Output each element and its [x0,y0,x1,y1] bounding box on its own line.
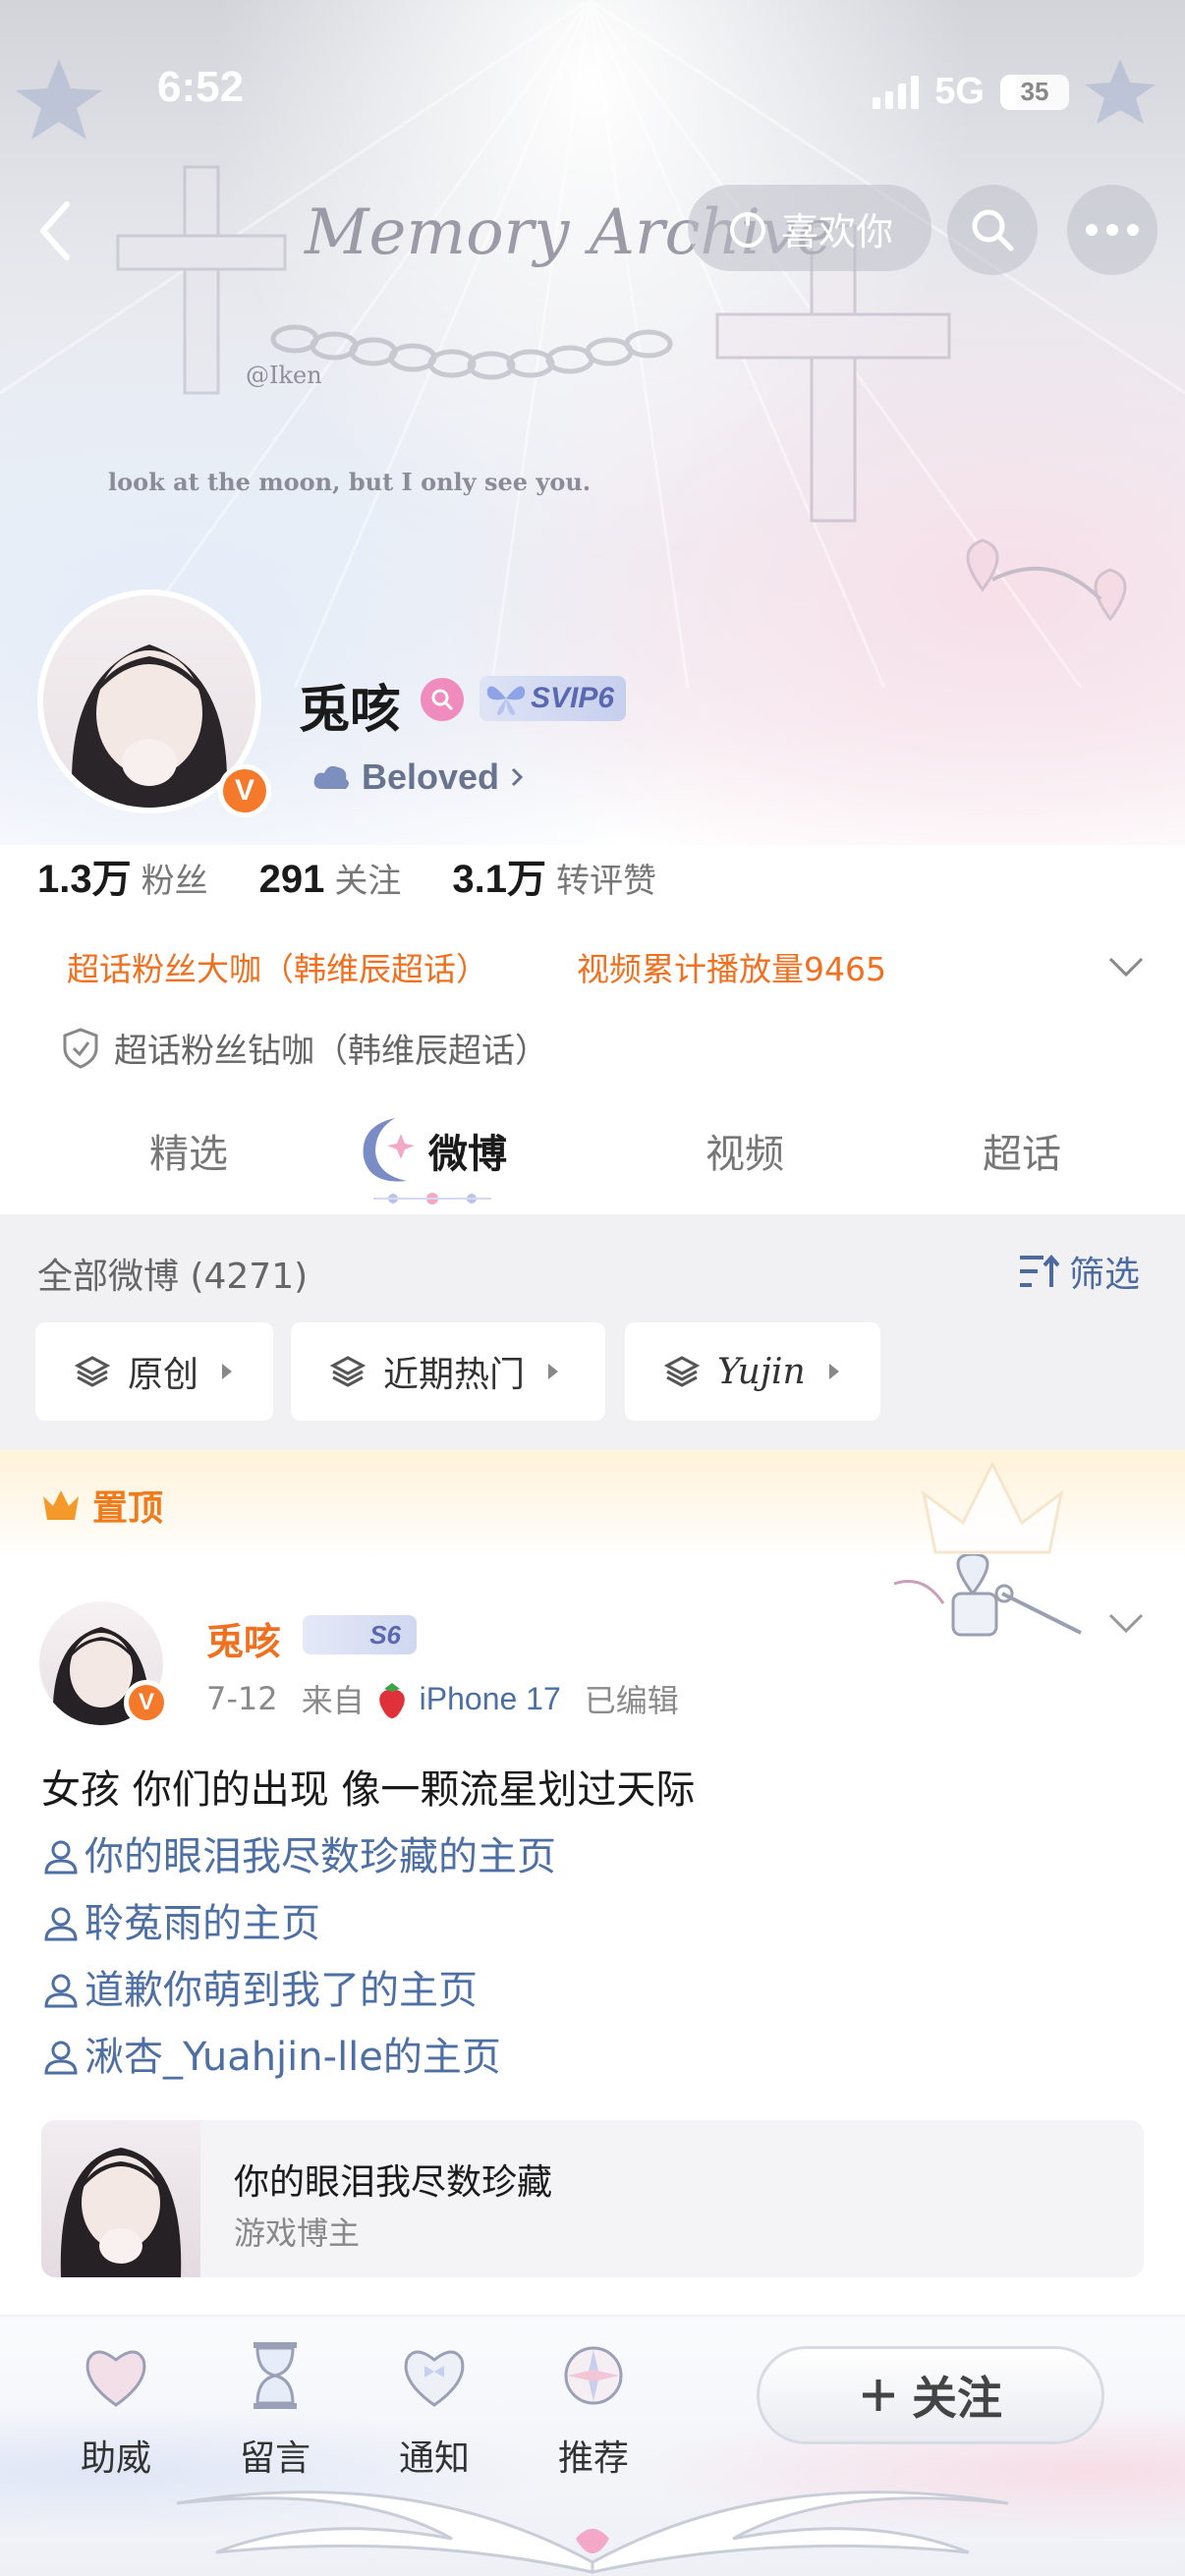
status-time: 6:52 [157,63,245,111]
post-content: 女孩 你们的出现 像一颗流星划过天际 你的眼泪我尽数珍藏的主页 聆菟雨的主页 道… [41,1757,1152,2091]
card-title: 你的眼泪我尽数珍藏 [234,2162,553,2203]
strawberry-icon [378,1683,405,1718]
network-label: 5G [934,71,985,112]
stat-interactions[interactable]: 3.1万 转评赞 [452,847,656,904]
like-you-button[interactable]: 喜欢你 [688,185,931,271]
bottom-action-bar: 助威 留言 通知 推荐 关注 [0,2315,1185,2576]
tab-supertopic[interactable]: 超话 [983,1122,1061,1179]
achievement-row: 超话粉丝大咖（韩维辰超话） 视频累计播放量9465 [67,943,1148,990]
hourglass-icon [254,2342,297,2409]
follow-label: 关注 [912,2372,1002,2425]
more-dots-icon [1086,224,1139,236]
mention-link[interactable]: 道歉你萌到我了的主页 [41,1957,1152,2024]
chip-original[interactable]: 原创 [35,1322,273,1421]
tagline-link[interactable]: Beloved [312,756,525,798]
tab-video[interactable]: 视频 [705,1122,784,1179]
card-subtitle: 游戏博主 [234,2214,361,2252]
post-count: 全部微博 (4271) [37,1257,309,1297]
wings-decoration [176,2491,1009,2574]
compass-icon [564,2346,623,2405]
feed-filter-section: 全部微博 (4271) 筛选 原创 近期热门 Yujin [0,1214,1185,1450]
banner-handle: @Iken [246,362,322,389]
achievement-supertopic[interactable]: 超话粉丝大咖（韩维辰超话） [67,943,488,990]
post-text: 女孩 你们的出现 像一颗流星划过天际 [41,1767,696,1813]
tagline-label: Beloved [362,756,500,797]
linked-profile-card[interactable]: 你的眼泪我尽数珍藏 游戏博主 [41,2120,1144,2277]
active-tab-indicator [373,1193,491,1204]
chip-recent-hot[interactable]: 近期热门 [291,1322,605,1421]
tab-featured[interactable]: 精选 [149,1122,228,1179]
pinned-header: 置顶 [0,1450,1185,1558]
heart-bow-icon [404,2350,465,2407]
svip-badge[interactable]: SVIP6 [480,676,627,721]
mention-link[interactable]: 湫杏_Yuahjin-lle的主页 [41,2024,1152,2091]
search-icon [972,209,1014,252]
moon-icon [363,1118,415,1182]
battery-icon: 35 [1000,74,1069,110]
profile-avatar[interactable]: V [37,589,271,817]
follow-button[interactable]: 关注 [757,2346,1104,2444]
expand-achievements-icon[interactable] [1106,955,1146,979]
signal-icon [873,75,920,109]
profile-stats: 1.3万 粉丝 291 关注 3.1万 转评赞 [37,847,707,904]
user-icon [44,1907,78,1941]
post-verified-badge: V [124,1680,169,1725]
post-date: 7-12 [206,1680,278,1717]
crown-decoration [921,1460,1064,1554]
filter-label: 筛选 [1068,1255,1140,1295]
filter-button[interactable]: 筛选 [1018,1246,1140,1297]
achievement-diamond[interactable]: 超话粉丝钻咖（韩维辰超话） [61,1024,548,1072]
crown-icon [43,1490,79,1520]
tab-weibo[interactable]: 微博 [428,1122,507,1179]
profile-name: 兎咳 [299,681,402,740]
layers-icon [330,1356,366,1387]
user-icon [44,1840,78,1875]
back-button[interactable] [35,196,75,265]
mention-link[interactable]: 聆菟雨的主页 [41,1890,1152,1957]
profile-tabs: 精选 微博 视频 超话 [0,1100,1185,1208]
like-you-label: 喜欢你 [780,209,893,253]
butterfly-icon [486,686,526,715]
mention-link[interactable]: 你的眼泪我尽数珍藏的主页 [41,1823,1152,1890]
hand-heart-icon [729,212,765,248]
plus-icon [863,2380,894,2411]
pinned-label: 置顶 [39,1480,163,1531]
chevron-left-icon [40,201,70,260]
post-meta: 7-12 来自 iPhone 17 已编辑 [206,1676,679,1721]
post-author-name[interactable]: 兎咳 [206,1611,281,1665]
post-edited: 已编辑 [584,1682,679,1719]
banner-quote: look at the moon, but I only see you. [108,468,592,496]
chip-yujin[interactable]: Yujin [625,1322,880,1421]
card-thumbnail [41,2120,200,2277]
filter-icon [1019,1254,1059,1287]
stat-followers[interactable]: 1.3万 粉丝 [37,847,208,904]
shield-check-icon [63,1027,98,1069]
verified-badge: V [218,764,271,817]
layers-icon [75,1356,110,1387]
user-icon [44,2041,78,2075]
achievement-video[interactable]: 视频累计播放量9465 [577,943,886,990]
cloud-icon [313,765,349,789]
search-button[interactable] [947,185,1038,275]
heart-lock-icon [85,2350,146,2407]
layers-icon [664,1356,700,1387]
post-device[interactable]: iPhone 17 [420,1681,561,1717]
chevron-right-icon [511,767,524,787]
stat-following[interactable]: 291 关注 [259,854,402,902]
user-icon [44,1974,78,2008]
more-button[interactable] [1067,185,1157,275]
lock-key-decoration [893,1554,1082,1637]
level-badge: S6 [303,1615,417,1654]
post-source-prefix: 来自 [301,1682,365,1719]
status-indicators: 5G 35 [873,71,1069,113]
member-icon[interactable] [421,678,464,721]
post-options-icon[interactable] [1106,1611,1146,1635]
